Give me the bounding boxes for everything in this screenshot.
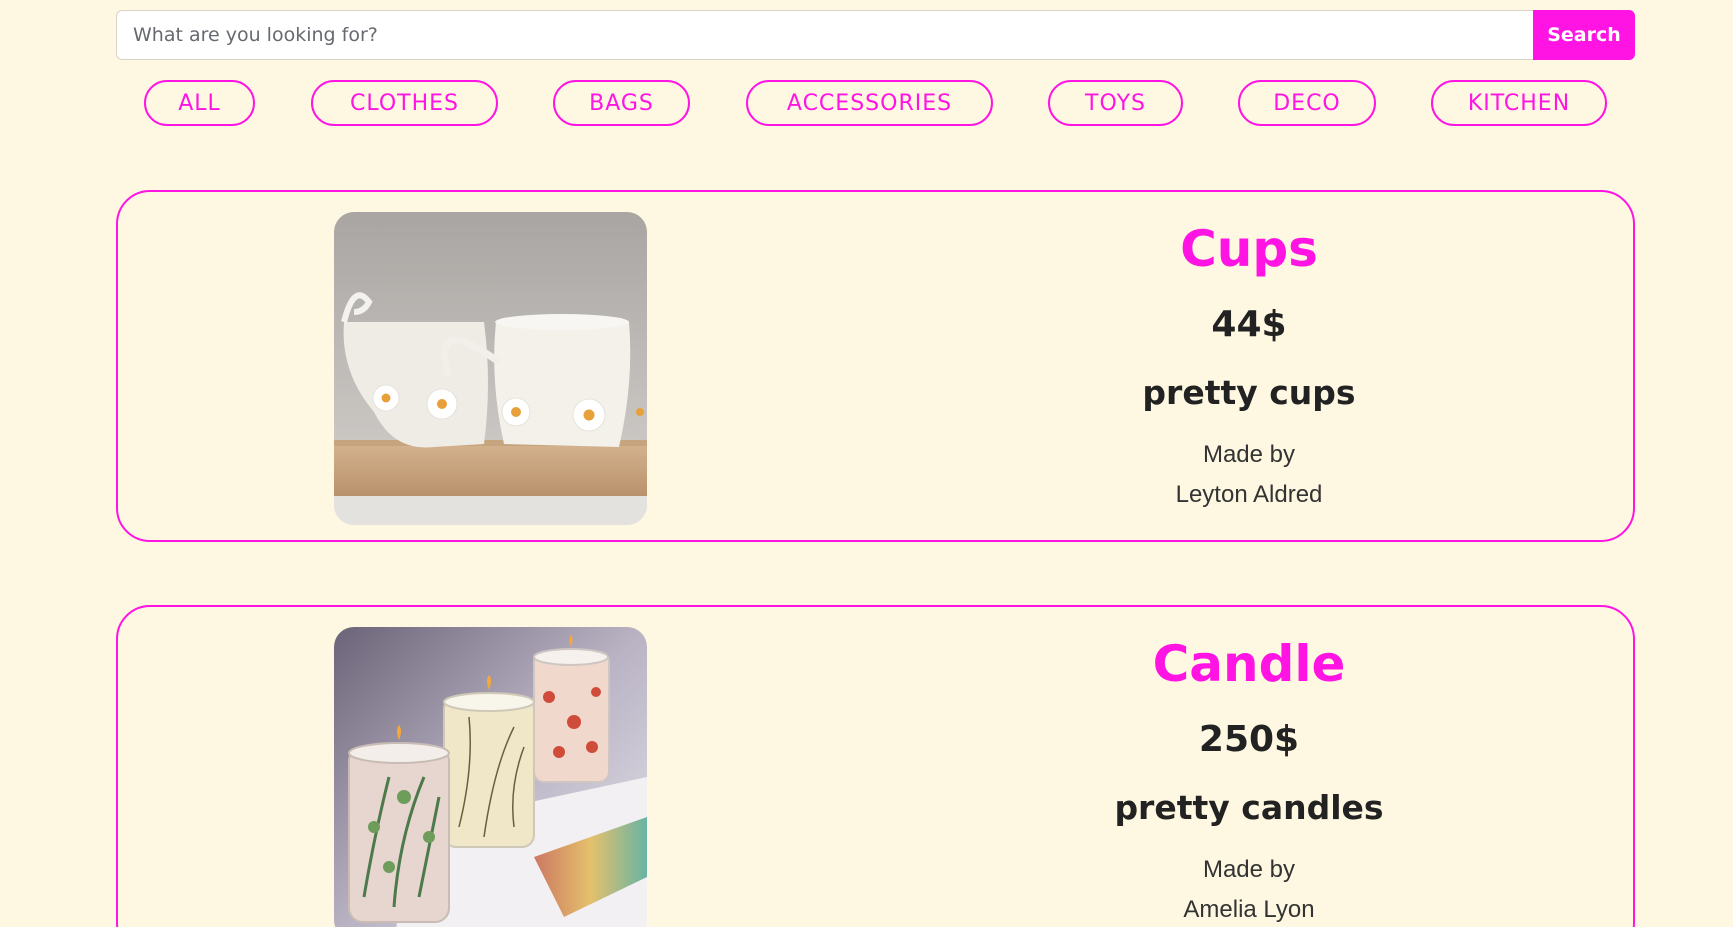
mugs-photo (334, 212, 647, 525)
category-bags[interactable]: BAGS (553, 80, 690, 126)
category-accessories[interactable]: ACCESSORIES (746, 80, 993, 126)
search-button[interactable]: Search (1533, 10, 1635, 60)
product-image[interactable] (334, 627, 647, 927)
category-kitchen[interactable]: KITCHEN (1431, 80, 1607, 126)
search-input[interactable] (116, 10, 1533, 60)
product-price: 250$ (1198, 719, 1300, 760)
category-filter-bar: ALL CLOTHES BAGS ACCESSORIES TOYS DECO K… (0, 80, 1733, 130)
maker-name: Amelia Lyon (1183, 895, 1315, 923)
product-description: pretty candles (1114, 787, 1384, 827)
made-by-label: Made by (1202, 855, 1296, 883)
product-title[interactable]: Candle (994, 637, 1504, 692)
search-bar: Search (116, 10, 1635, 60)
product-image[interactable] (334, 212, 647, 525)
category-clothes[interactable]: CLOTHES (311, 80, 498, 126)
product-title[interactable]: Cups (994, 222, 1504, 277)
product-info: Candle 250$ pretty candles Made by Ameli… (994, 607, 1504, 927)
made-by-label: Made by (1202, 440, 1296, 468)
product-card[interactable]: Cups 44$ pretty cups Made by Leyton Aldr… (116, 190, 1635, 542)
product-card[interactable]: Candle 250$ pretty candles Made by Ameli… (116, 605, 1635, 927)
product-info: Cups 44$ pretty cups Made by Leyton Aldr… (994, 192, 1504, 515)
category-all[interactable]: ALL (144, 80, 255, 126)
category-toys[interactable]: TOYS (1048, 80, 1183, 126)
page: Search ALL CLOTHES BAGS ACCESSORIES TOYS… (0, 0, 1733, 927)
product-price: 44$ (1211, 304, 1287, 345)
candles-photo (334, 627, 647, 927)
category-deco[interactable]: DECO (1238, 80, 1376, 126)
maker-name: Leyton Aldred (1175, 480, 1323, 508)
product-description: pretty cups (1142, 372, 1356, 412)
